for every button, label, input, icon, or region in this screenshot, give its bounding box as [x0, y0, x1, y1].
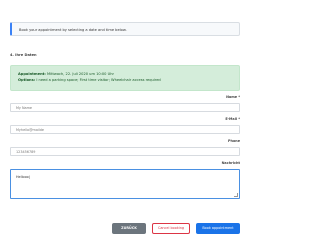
appointment-value: Mittwoch, 22. Juli 2020 um 10:00 Uhr: [46, 72, 114, 76]
info-message-text: Book your appointment by selecting a dat…: [19, 28, 127, 32]
back-button[interactable]: ZURÜCK: [112, 223, 146, 234]
info-message: Book your appointment by selecting a dat…: [10, 22, 240, 36]
phone-input[interactable]: [10, 147, 240, 156]
options-label: Options:: [18, 78, 36, 82]
name-label: Name *: [226, 95, 240, 99]
book-appointment-button[interactable]: Book appointment: [196, 223, 240, 234]
message-textarea[interactable]: Hellooo|: [10, 169, 240, 199]
section-title: 4. Ihre Daten: [10, 53, 37, 57]
cancel-booking-button[interactable]: Cancel booking: [152, 223, 190, 234]
appointment-summary: Appointment: Mittwoch, 22. Juli 2020 um …: [10, 65, 240, 91]
resize-handle-icon[interactable]: [234, 193, 238, 197]
message-label: Nachricht: [221, 161, 240, 165]
phone-label: Phone: [228, 139, 240, 143]
email-label: E-Mail *: [225, 117, 240, 121]
options-line: Options: I need a parking space; First t…: [18, 77, 232, 83]
message-text: Hellooo|: [16, 175, 30, 179]
name-input[interactable]: [10, 103, 240, 112]
options-value: I need a parking space; First time visit…: [36, 78, 161, 82]
appointment-label: Appointment:: [18, 72, 46, 76]
email-input[interactable]: [10, 125, 240, 134]
